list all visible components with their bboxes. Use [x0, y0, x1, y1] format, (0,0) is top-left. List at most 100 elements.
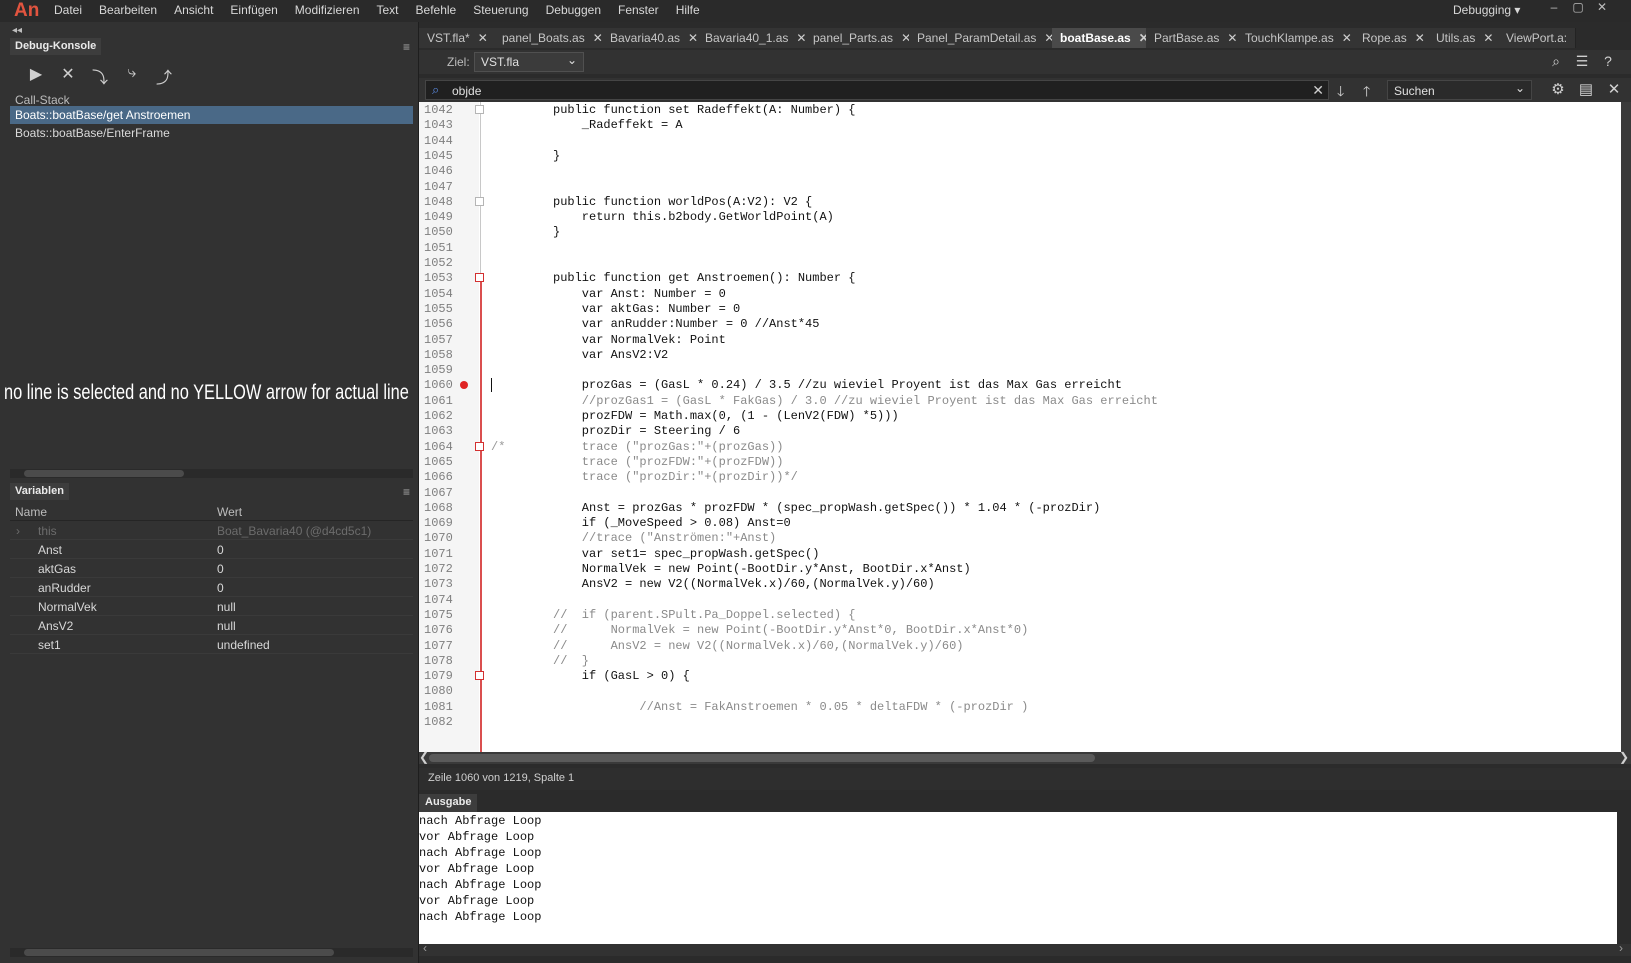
code-line[interactable]: 1048 public function worldPos(A:V2): V2 {	[419, 194, 1621, 210]
code-text[interactable]: // }	[553, 654, 589, 668]
close-tab-icon[interactable]: ✕	[1342, 31, 1352, 45]
tab-debug-console[interactable]: Debug-Konsole	[10, 38, 102, 55]
line-number[interactable]: 1078	[424, 654, 464, 668]
code-line[interactable]: 1080	[419, 683, 1621, 699]
search-mode-select[interactable]: Suchen ⌄	[1387, 80, 1532, 100]
code-text[interactable]: // if (parent.SPult.Pa_Doppel.selected) …	[553, 608, 855, 622]
find-icon[interactable]: ⌕	[1543, 53, 1569, 70]
step-out-icon[interactable]: ⤴	[148, 64, 180, 88]
code-text[interactable]: return this.b2body.GetWorldPoint(A)	[553, 210, 834, 224]
fold-toggle-icon[interactable]	[475, 196, 484, 206]
code-line[interactable]: 1061 //prozGas1 = (GasL * FakGas) / 3.0 …	[419, 393, 1621, 409]
tab-partbase[interactable]: PartBase.as ✕	[1146, 28, 1247, 48]
tab-bavaria40-1[interactable]: Bavaria40_1.as ✕	[697, 28, 816, 48]
line-number[interactable]: 1081	[424, 700, 464, 714]
line-number[interactable]: 1055	[424, 302, 464, 316]
close-tab-icon[interactable]: ✕	[1415, 31, 1425, 45]
code-line[interactable]: 1063 prozDir = Steering / 6	[419, 423, 1621, 439]
line-number[interactable]: 1046	[424, 164, 464, 178]
close-search-icon[interactable]: ✕	[1600, 80, 1628, 98]
code-text[interactable]: prozGas = (GasL * 0.24) / 3.5 //zu wievi…	[553, 378, 1122, 392]
code-line[interactable]: 1044	[419, 133, 1621, 149]
code-text[interactable]: NormalVek = new Point(-BootDir.y*Anst, B…	[553, 562, 971, 576]
code-line[interactable]: 1073 AnsV2 = new V2((NormalVek.x)/60,(No…	[419, 576, 1621, 592]
menu-ansicht[interactable]: Ansicht	[174, 3, 213, 17]
code-text[interactable]: var Anst: Number = 0	[553, 287, 726, 301]
format-code-icon[interactable]: ☰	[1569, 53, 1595, 70]
fold-toggle-icon[interactable]	[475, 273, 484, 283]
code-text[interactable]: var anRudder:Number = 0 //Anst*45	[553, 317, 820, 331]
line-number[interactable]: 1045	[424, 149, 464, 163]
line-number[interactable]: 1044	[424, 134, 464, 148]
code-line[interactable]: 1051	[419, 240, 1621, 256]
output-scrollbar[interactable]: ‹ ›	[419, 941, 1631, 956]
code-text[interactable]: // NormalVek = new Point(-BootDir.y*Anst…	[553, 623, 1028, 637]
tab-variables[interactable]: Variablen	[10, 483, 69, 500]
code-editor[interactable]: 1042 public function set Radeffekt(A: Num…	[419, 102, 1621, 752]
code-line[interactable]: 1042 public function set Radeffekt(A: Num…	[419, 102, 1621, 118]
code-text[interactable]: public function worldPos(A:V2): V2 {	[553, 195, 812, 209]
help-icon[interactable]: ?	[1595, 53, 1621, 70]
step-over-icon[interactable]: ⤵	[84, 64, 116, 88]
code-text[interactable]: }	[553, 149, 560, 163]
code-line[interactable]: 1059	[419, 362, 1621, 378]
code-line[interactable]: 1067	[419, 485, 1621, 501]
code-line[interactable]: 1068 Anst = prozGas * prozFDW * (spec_pr…	[419, 500, 1621, 516]
step-in-icon[interactable]: ⤷	[116, 64, 148, 88]
line-number[interactable]: 1050	[424, 225, 464, 239]
code-line[interactable]: 1069 if (_MoveSpeed > 0.08) Anst=0	[419, 515, 1621, 531]
menu-hilfe[interactable]: Hilfe	[676, 3, 700, 17]
code-line[interactable]: 1045}	[419, 148, 1621, 164]
breakpoint-icon[interactable]	[460, 381, 468, 390]
maximize-button[interactable]: ▢	[1569, 0, 1587, 14]
code-text[interactable]: trace ("prozDir:"+(prozDir))*/	[553, 470, 798, 484]
code-text[interactable]: public function set Radeffekt(A: Number)…	[553, 103, 855, 117]
code-text[interactable]: //prozGas1 = (GasL * FakGas) / 3.0 //zu …	[553, 394, 1158, 408]
call-stack-item[interactable]: Boats::boatBase/get Anstroemen	[10, 106, 413, 124]
line-number[interactable]: 1072	[424, 562, 464, 576]
line-number[interactable]: 1070	[424, 531, 464, 545]
menu-modifizieren[interactable]: Modifizieren	[295, 3, 360, 17]
tab-touchklampe[interactable]: TouchKlampe.as ✕	[1237, 28, 1361, 48]
line-number[interactable]: 1057	[424, 333, 464, 347]
menu-text[interactable]: Text	[377, 3, 399, 17]
code-line[interactable]: 1070 //trace ("Anströmen:"+Anst)	[419, 530, 1621, 546]
code-line[interactable]: 1053 public function get Anstroemen(): Nu…	[419, 270, 1621, 286]
code-line[interactable]: 1062 prozFDW = Math.max(0, (1 - (LenV2(F…	[419, 408, 1621, 424]
gear-icon[interactable]: ⚙	[1544, 80, 1572, 98]
code-text[interactable]: Anst = prozGas * prozFDW * (spec_propWas…	[553, 501, 1101, 515]
line-number[interactable]: 1079	[424, 669, 464, 683]
variable-row[interactable]: aktGas 0	[10, 559, 413, 578]
tab-boatbase[interactable]: boatBase.as ✕	[1052, 28, 1158, 48]
fold-toggle-icon[interactable]	[475, 671, 484, 681]
code-text[interactable]: var set1= spec_propWash.getSpec()	[553, 547, 820, 561]
code-text[interactable]: if (GasL > 0) {	[553, 669, 690, 683]
code-line[interactable]: 1065 trace ("prozFDW:"+(prozFDW))	[419, 454, 1621, 470]
line-number[interactable]: 1060	[424, 378, 464, 392]
line-number[interactable]: 1063	[424, 424, 464, 438]
scroll-left-icon[interactable]: ❮	[419, 750, 429, 764]
line-number[interactable]: 1056	[424, 317, 464, 331]
scroll-right-icon[interactable]: ›	[1619, 941, 1623, 955]
code-text[interactable]: //trace ("Anströmen:"+Anst)	[553, 531, 776, 545]
code-line[interactable]: 1071 var set1= spec_propWash.getSpec()	[419, 546, 1621, 562]
minimize-button[interactable]: –	[1545, 0, 1563, 14]
variables-scrollbar[interactable]	[10, 948, 413, 957]
editor-vertical-scrollbar[interactable]	[1621, 102, 1631, 752]
variable-row[interactable]: › this Boat_Bavaria40 (@d4cd5c1)	[10, 521, 413, 540]
code-line[interactable]: 1046	[419, 163, 1621, 179]
code-text[interactable]: trace ("prozGas:"+(prozGas))	[553, 440, 784, 454]
menu-bearbeiten[interactable]: Bearbeiten	[99, 3, 157, 17]
close-window-button[interactable]: ✕	[1593, 0, 1611, 14]
scrollbar-thumb[interactable]	[429, 754, 1095, 762]
variable-row[interactable]: Anst 0	[10, 540, 413, 559]
scroll-right-icon[interactable]: ❯	[1619, 750, 1629, 764]
target-select[interactable]: VST.fla ⌄	[474, 52, 584, 72]
code-text[interactable]: }	[553, 225, 560, 239]
fold-toggle-icon[interactable]	[475, 105, 484, 114]
close-tab-icon[interactable]: ✕	[478, 31, 488, 45]
code-line[interactable]: 1074	[419, 592, 1621, 608]
code-line[interactable]: 1060 prozGas = (GasL * 0.24) / 3.5 //zu …	[419, 377, 1621, 393]
code-line[interactable]: 1057 var NormalVek: Point	[419, 332, 1621, 348]
code-line[interactable]: 1050}	[419, 224, 1621, 240]
